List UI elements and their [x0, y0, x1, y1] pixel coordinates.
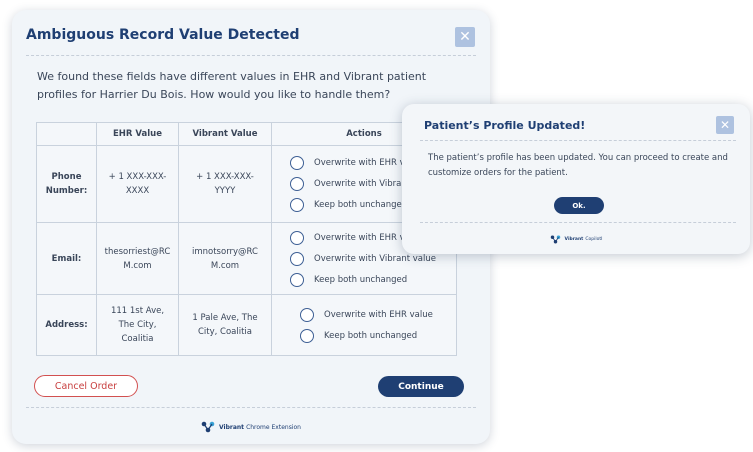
- row-label-line: Phone: [51, 172, 82, 182]
- column-header-vibrant: Vibrant Value: [178, 122, 272, 146]
- header-divider: [26, 55, 476, 56]
- vibrant-logo-icon: [201, 421, 215, 433]
- radio-unchecked-icon[interactable]: [290, 156, 304, 170]
- row-label-phone: Phone Number:: [36, 145, 97, 223]
- vibrant-value-address: 1 Pale Ave, The City, Coalitia: [178, 294, 272, 356]
- close-icon: ✕: [719, 118, 731, 132]
- value-line: City, Coalitia: [197, 327, 253, 337]
- radio-unchecked-icon[interactable]: [300, 328, 314, 343]
- field-comparison-table: EHR Value Vibrant Value Actions Phone Nu…: [36, 122, 457, 356]
- table-row-phone: Phone Number: + 1 XXX-XXX- XXXX + 1 XXX-…: [36, 145, 457, 223]
- footer-brand: Vibrant: [219, 423, 245, 431]
- popup-message: The patient’s profile has been updated. …: [428, 153, 728, 178]
- dialog-message: We found these fields have different val…: [37, 70, 427, 101]
- radio-unchecked-icon[interactable]: [290, 251, 304, 266]
- value-line: imnotsorry@RC: [192, 246, 258, 257]
- row-label-address: Address:: [36, 294, 97, 356]
- row-label-line: Email:: [51, 253, 82, 264]
- row-label-email: Email:: [36, 222, 97, 295]
- value-line: XXXX: [125, 186, 150, 196]
- radio-unchecked-icon[interactable]: [290, 177, 304, 191]
- option-keep-both[interactable]: Keep both unchanged: [290, 269, 456, 290]
- footer-brand: Vibrant: [564, 236, 584, 242]
- ehr-value-phone: + 1 XXX-XXX- XXXX: [96, 145, 179, 223]
- popup-footer-divider: [420, 222, 736, 223]
- value-line: M.com: [123, 260, 152, 271]
- dialog-footer: Vibrant Chrome Extension: [12, 420, 490, 434]
- popup-title: Patient’s Profile Updated!: [424, 119, 586, 132]
- option-keep-both[interactable]: Keep both unchanged: [300, 325, 456, 346]
- popup-header-divider: [420, 140, 736, 141]
- value-line: Coalitia: [121, 334, 154, 344]
- ok-button[interactable]: Ok.: [554, 197, 604, 214]
- cancel-order-button[interactable]: Cancel Order: [34, 375, 138, 397]
- value-line: thesorriest@RC: [104, 246, 171, 257]
- table-row-address: Address: 111 1st Ave, The City, Coalitia…: [36, 294, 457, 356]
- column-header-field: [36, 122, 97, 146]
- radio-unchecked-icon[interactable]: [290, 230, 304, 245]
- value-line: The City,: [118, 320, 157, 330]
- popup-close-button[interactable]: ✕: [716, 116, 734, 134]
- option-label: Overwrite with Vibrant value: [314, 253, 436, 264]
- table-row-email: Email: thesorriest@RC M.com imnotsorry@R…: [36, 222, 457, 295]
- value-line: M.com: [210, 260, 240, 271]
- profile-updated-popup: Patient’s Profile Updated! ✕ The patient…: [402, 104, 750, 254]
- vibrant-value-phone: + 1 XXX-XXX- YYYY: [178, 145, 272, 223]
- dialog-title: Ambiguous Record Value Detected: [26, 27, 300, 43]
- option-label: Keep both unchanged: [314, 200, 408, 210]
- footer-product: CopilotI: [585, 236, 603, 242]
- column-header-ehr: EHR Value: [96, 122, 179, 146]
- radio-unchecked-icon[interactable]: [290, 272, 304, 287]
- vibrant-logo-icon: [550, 235, 560, 243]
- continue-button[interactable]: Continue: [378, 376, 464, 397]
- value-line: + 1 XXX-XXX-: [108, 172, 167, 182]
- footer-product: Chrome Extension: [246, 423, 301, 431]
- row-label-line: Address:: [45, 320, 88, 330]
- vibrant-value-email: imnotsorry@RC M.com: [178, 222, 272, 295]
- popup-footer: Vibrant CopilotI: [402, 233, 750, 245]
- table-header-row: EHR Value Vibrant Value Actions: [36, 122, 457, 146]
- option-label: Overwrite with EHR value: [324, 309, 433, 320]
- footer-divider: [26, 407, 476, 408]
- value-line: YYYY: [214, 186, 236, 196]
- close-icon: ✕: [459, 29, 471, 45]
- actions-address: Overwrite with EHR value Keep both uncha…: [271, 294, 457, 356]
- value-line: 1 Pale Ave, The: [192, 313, 258, 323]
- ehr-value-email: thesorriest@RC M.com: [96, 222, 179, 295]
- row-label-line: Number:: [45, 186, 88, 196]
- option-overwrite-ehr[interactable]: Overwrite with EHR value: [300, 304, 456, 325]
- value-line: 111 1st Ave,: [110, 306, 165, 316]
- dialog-close-button[interactable]: ✕: [455, 27, 475, 47]
- radio-unchecked-icon[interactable]: [300, 307, 314, 322]
- value-line: + 1 XXX-XXX-: [196, 172, 254, 182]
- radio-unchecked-icon[interactable]: [290, 198, 304, 212]
- ehr-value-address: 111 1st Ave, The City, Coalitia: [96, 294, 179, 356]
- option-label: Keep both unchanged: [324, 330, 418, 341]
- option-label: Keep both unchanged: [314, 274, 408, 285]
